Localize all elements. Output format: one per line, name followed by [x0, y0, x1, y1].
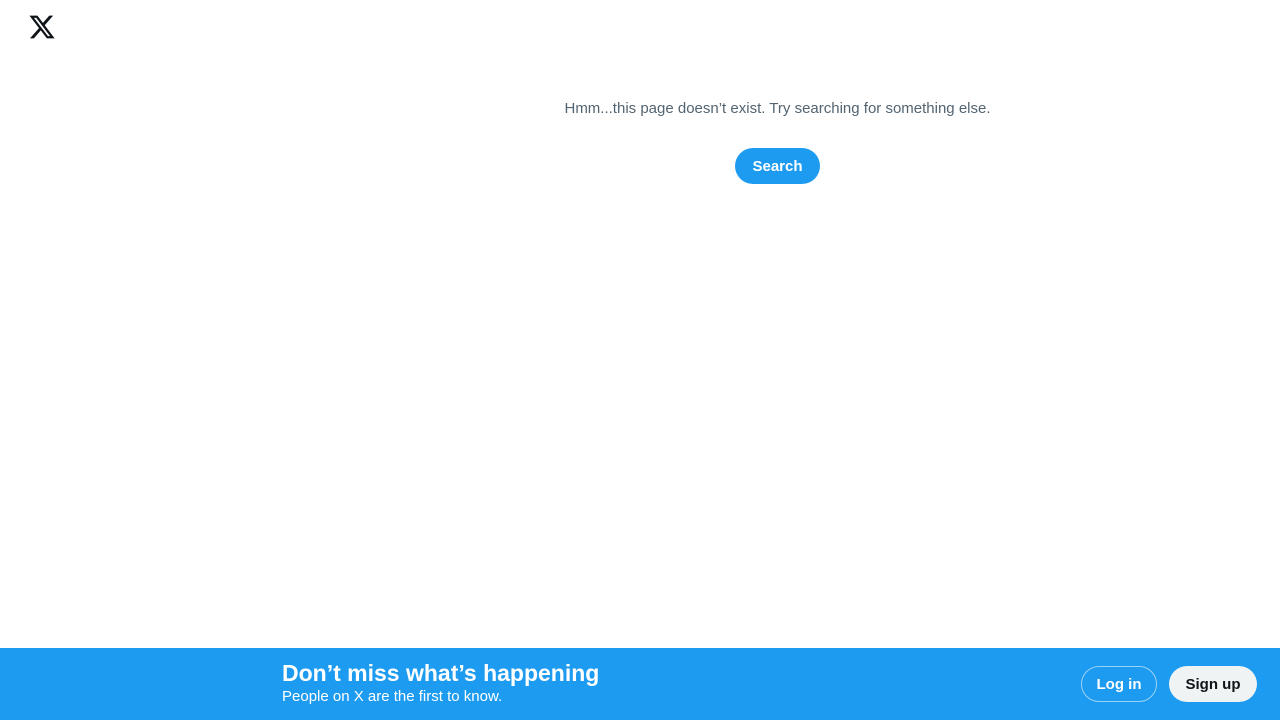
banner-subtitle: People on X are the first to know. [282, 688, 503, 705]
page: Hmm...this page doesn’t exist. Try searc… [0, 0, 1280, 720]
error-message: Hmm...this page doesn’t exist. Try searc… [564, 100, 991, 117]
error-content: Hmm...this page doesn’t exist. Try searc… [540, 98, 1015, 184]
login-button[interactable]: Log in [1081, 666, 1157, 702]
search-button[interactable]: Search [735, 148, 820, 184]
home-logo-link[interactable] [22, 7, 62, 47]
banner-title: Don’t miss what’s happening [282, 660, 600, 686]
banner-text: Don’t miss what’s happening People on X … [282, 659, 599, 707]
signup-button[interactable]: Sign up [1169, 666, 1257, 702]
x-logo-icon [29, 15, 55, 39]
signup-banner: Don’t miss what’s happening People on X … [0, 648, 1280, 720]
